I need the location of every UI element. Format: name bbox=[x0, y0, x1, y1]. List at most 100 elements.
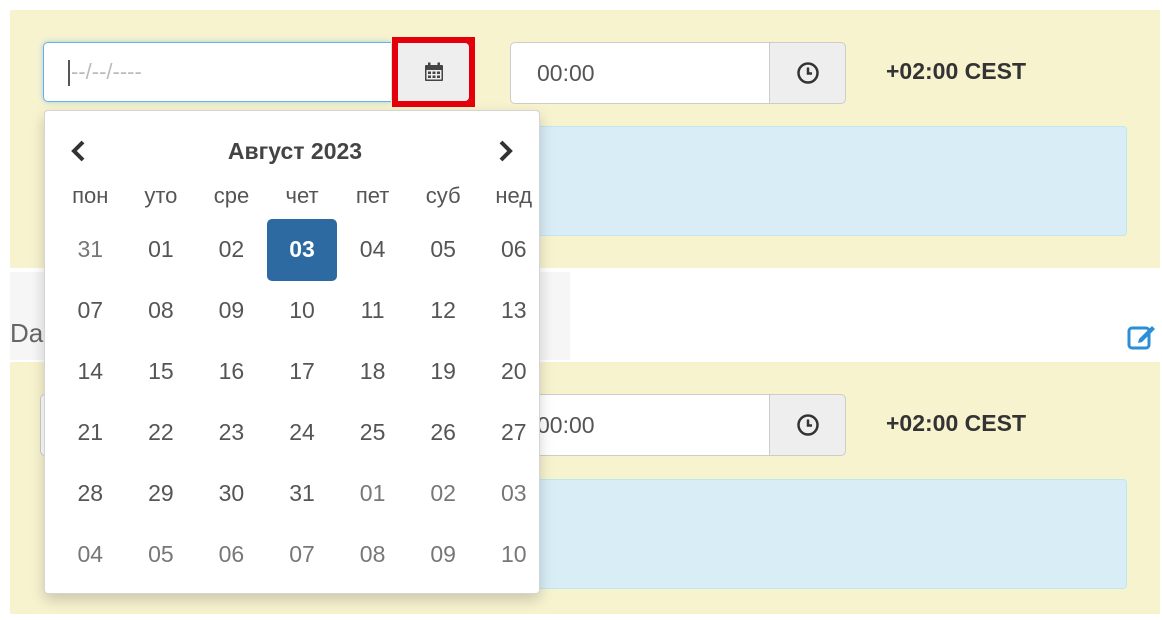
datepicker-day[interactable]: 11 bbox=[337, 280, 408, 341]
datepicker-week-row: 21 22 23 24 25 26 27 bbox=[55, 402, 549, 463]
timezone-label: +02:00 CEST bbox=[886, 58, 1026, 84]
datepicker-day-label: 15 bbox=[148, 358, 174, 384]
datepicker-day[interactable]: 10 bbox=[267, 280, 338, 341]
datepicker-day[interactable]: 01 bbox=[337, 463, 408, 524]
datepicker-day-label: 20 bbox=[500, 358, 527, 384]
time-group-bottom: 00:00 bbox=[510, 394, 846, 456]
datepicker-day[interactable]: 22 bbox=[126, 402, 197, 463]
datepicker-day-label: 10 bbox=[289, 297, 315, 323]
weekday-label: уто bbox=[144, 183, 178, 208]
datepicker-popup: Август 2023 пон уто сре чет пет суб нед … bbox=[44, 110, 540, 594]
datepicker-day[interactable]: 24 bbox=[267, 402, 338, 463]
info-box bbox=[482, 126, 1127, 236]
datepicker-day[interactable]: 08 bbox=[337, 524, 408, 585]
datepicker-day-label: 31 bbox=[289, 480, 315, 506]
datepicker-day[interactable]: 04 bbox=[55, 524, 126, 585]
weekday-label: нед bbox=[495, 183, 533, 208]
datepicker-day-label: 08 bbox=[359, 541, 386, 567]
datepicker-day[interactable]: 31 bbox=[55, 219, 126, 280]
datepicker-day[interactable]: 05 bbox=[126, 524, 197, 585]
datepicker-day[interactable]: 18 bbox=[337, 341, 408, 402]
datepicker-day-label: 03 bbox=[500, 480, 527, 506]
chevron-left-icon bbox=[71, 140, 85, 162]
datepicker-day[interactable]: 04 bbox=[337, 219, 408, 280]
datepicker-day-label: 03 bbox=[267, 218, 338, 281]
datepicker-day-label: 23 bbox=[218, 419, 245, 445]
datepicker-day[interactable]: 09 bbox=[196, 280, 267, 341]
prev-month-button[interactable] bbox=[59, 131, 99, 171]
datepicker-days-grid: 31 01 02 03 04 05 06 07 08 09 10 11 12 13 14 15 16 17 18 19… bbox=[55, 218, 549, 585]
datepicker-day-label: 04 bbox=[359, 236, 386, 262]
datepicker-day[interactable]: 23 bbox=[196, 402, 267, 463]
datepicker-day-label: 07 bbox=[289, 541, 315, 567]
datepicker-day[interactable]: 10 bbox=[478, 524, 549, 585]
timezone-label: +02:00 CEST bbox=[886, 410, 1026, 436]
datepicker-day-label: 18 bbox=[359, 358, 386, 384]
clock-button[interactable] bbox=[769, 42, 846, 104]
time-group-top: 00:00 bbox=[510, 42, 846, 104]
datepicker-day[interactable]: 28 bbox=[55, 463, 126, 524]
datepicker-day-label: 12 bbox=[430, 297, 456, 323]
datepicker-day-label: 30 bbox=[218, 480, 245, 506]
clock-button[interactable] bbox=[769, 394, 846, 456]
datepicker-day[interactable]: 25 bbox=[337, 402, 408, 463]
datepicker-day[interactable]: 20 bbox=[478, 341, 549, 402]
datepicker-day-label: 28 bbox=[77, 480, 104, 506]
info-box bbox=[482, 479, 1127, 589]
datepicker-day-label: 31 bbox=[77, 236, 104, 262]
datepicker-day-label: 19 bbox=[430, 358, 456, 384]
section-label: Da bbox=[10, 318, 44, 348]
datepicker-day[interactable]: 17 bbox=[267, 341, 338, 402]
edit-icon[interactable] bbox=[1127, 322, 1157, 350]
datepicker-day[interactable]: 08 bbox=[126, 280, 197, 341]
datepicker-day[interactable]: 13 bbox=[478, 280, 549, 341]
datepicker-day[interactable]: 15 bbox=[126, 341, 197, 402]
datepicker-day[interactable]: 21 bbox=[55, 402, 126, 463]
datepicker-day-label: 01 bbox=[359, 480, 386, 506]
datepicker-day[interactable]: 12 bbox=[408, 280, 479, 341]
datepicker-day[interactable]: 01 bbox=[126, 219, 197, 280]
datepicker-day[interactable]: 06 bbox=[196, 524, 267, 585]
datepicker-week-row: 28 29 30 31 01 02 03 bbox=[55, 463, 549, 524]
datepicker-day[interactable]: 03 bbox=[478, 463, 549, 524]
datepicker-day[interactable]: 30 bbox=[196, 463, 267, 524]
datepicker-week-row: 07 08 09 10 11 12 13 bbox=[55, 280, 549, 341]
datepicker-day-label: 17 bbox=[289, 358, 315, 384]
datepicker-day-label: 13 bbox=[500, 297, 527, 323]
datepicker-day-label: 11 bbox=[360, 297, 385, 323]
weekday-label: чет bbox=[285, 183, 319, 208]
datepicker-day[interactable]: 31 bbox=[267, 463, 338, 524]
datepicker-day-label: 02 bbox=[218, 236, 245, 262]
weekday-label: пет bbox=[355, 183, 390, 208]
datepicker-day[interactable]: 05 bbox=[408, 219, 479, 280]
datepicker-day-label: 07 bbox=[77, 297, 104, 323]
next-month-button[interactable] bbox=[485, 131, 525, 171]
datepicker-day[interactable]: 27 bbox=[478, 402, 549, 463]
datepicker-day-label: 26 bbox=[430, 419, 456, 445]
date-placeholder: --/--/---- bbox=[71, 59, 142, 84]
datepicker-day-label: 22 bbox=[148, 419, 174, 445]
datepicker-day[interactable]: 09 bbox=[408, 524, 479, 585]
datepicker-day[interactable]: 19 bbox=[408, 341, 479, 402]
datepicker-day[interactable]: 14 bbox=[55, 341, 126, 402]
datepicker-day[interactable]: 06 bbox=[478, 219, 549, 280]
datepicker-day-label: 02 bbox=[430, 480, 456, 506]
datepicker-day[interactable]: 07 bbox=[55, 280, 126, 341]
datepicker-day-label: 06 bbox=[218, 541, 245, 567]
datepicker-day-selected[interactable]: 03 bbox=[267, 218, 338, 281]
date-input[interactable]: --/--/---- bbox=[43, 42, 391, 102]
datepicker-day[interactable]: 16 bbox=[196, 341, 267, 402]
time-input[interactable]: 00:00 bbox=[510, 42, 770, 104]
datepicker-day[interactable]: 02 bbox=[408, 463, 479, 524]
datepicker-day[interactable]: 29 bbox=[126, 463, 197, 524]
datepicker-day[interactable]: 07 bbox=[267, 524, 338, 585]
datepicker-day-label: 27 bbox=[500, 419, 527, 445]
datepicker-day[interactable]: 26 bbox=[408, 402, 479, 463]
calendar-button[interactable] bbox=[398, 43, 469, 101]
datepicker-day-label: 06 bbox=[500, 236, 527, 262]
datepicker-day[interactable]: 02 bbox=[196, 219, 267, 280]
clock-icon bbox=[796, 414, 819, 436]
datepicker-day-label: 08 bbox=[148, 297, 174, 323]
datepicker-month-title[interactable]: Август 2023 bbox=[185, 131, 405, 171]
datepicker-day-label: 10 bbox=[500, 541, 527, 567]
